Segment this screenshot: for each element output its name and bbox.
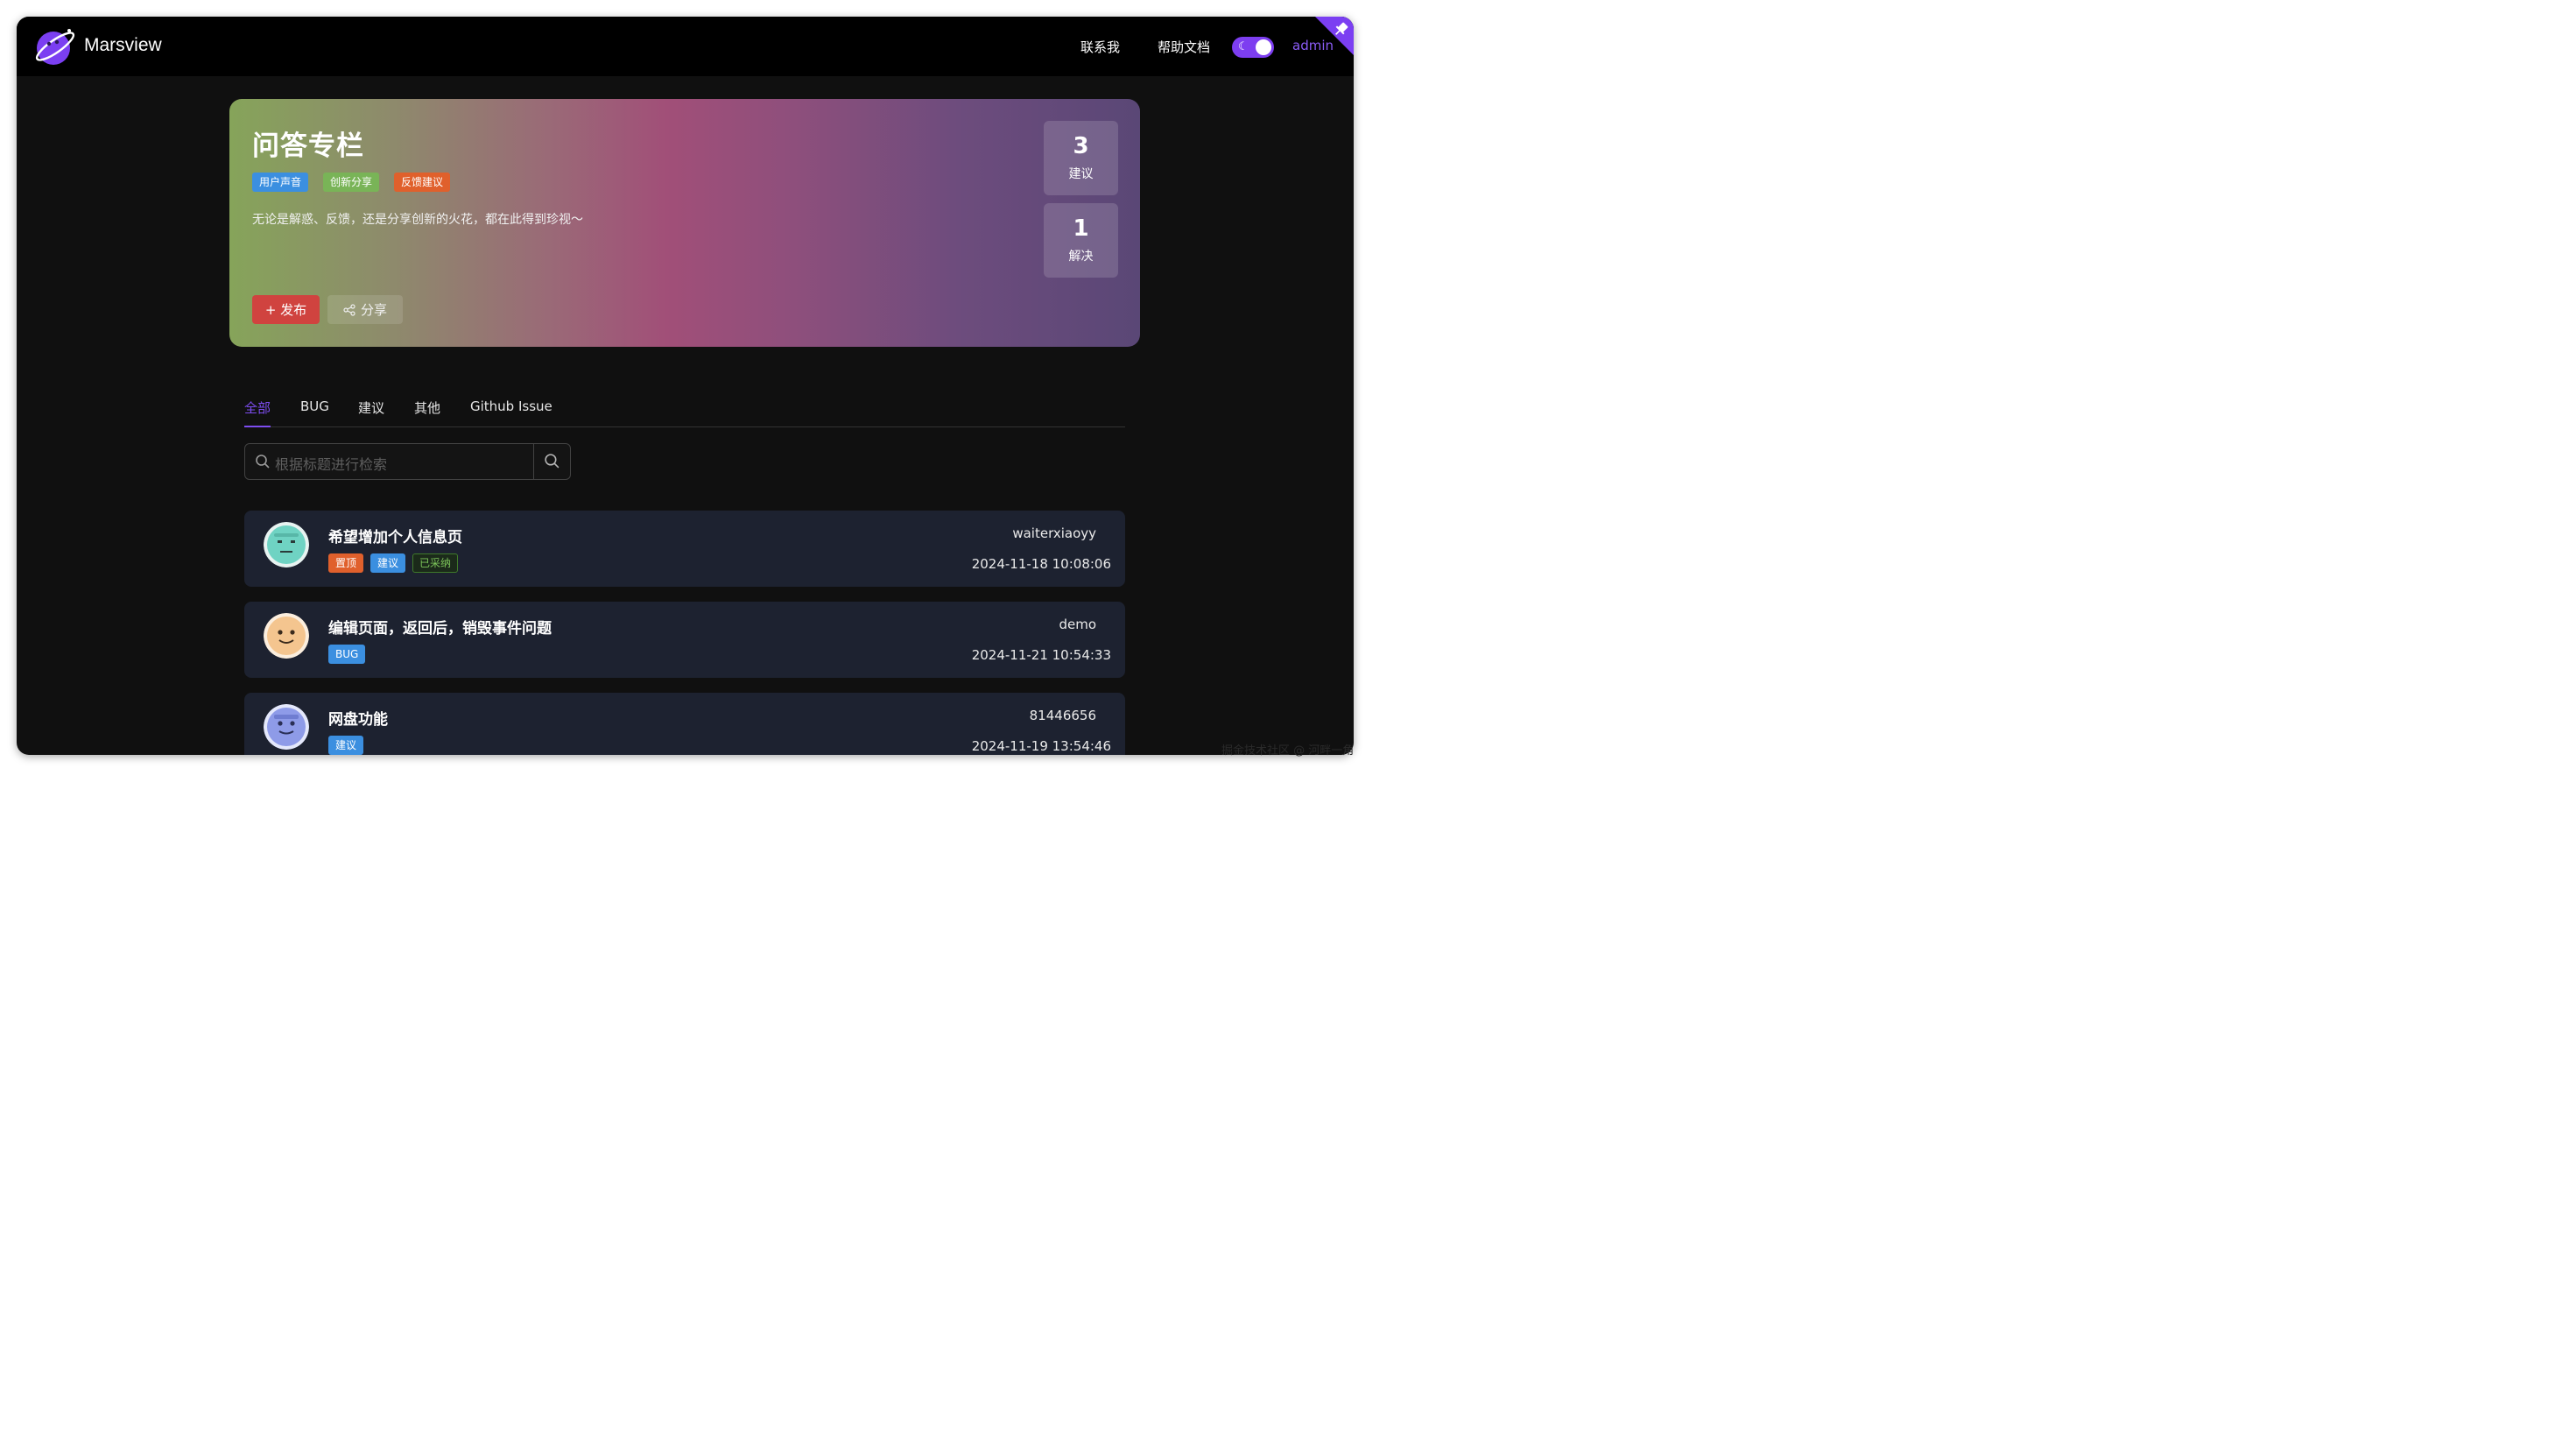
- watermark-text: 掘金技术社区 @ 河畔一角: [1221, 744, 1355, 758]
- marsview-logo-icon[interactable]: [34, 25, 76, 67]
- avatar: [264, 704, 309, 750]
- search-button[interactable]: [533, 444, 570, 479]
- tab-other[interactable]: 其他: [414, 398, 440, 417]
- post-card[interactable]: 网盘功能 建议 81446656 2024-11-19 13:54:46: [244, 693, 1125, 755]
- brand-name[interactable]: Marsview: [84, 35, 162, 56]
- post-card[interactable]: 编辑页面，返回后，销毁事件问题 BUG demo 2024-11-21 10:5…: [244, 602, 1125, 678]
- app-window: Marsview 联系我 帮助文档 ☾ admin 问答专栏 用户声音 创新分享…: [17, 17, 1354, 755]
- publish-button[interactable]: + 发布: [252, 295, 320, 324]
- tab-all[interactable]: 全部: [244, 398, 271, 417]
- nav-contact-link[interactable]: 联系我: [1080, 38, 1120, 56]
- stat-resolved: 1 解决: [1044, 203, 1118, 278]
- category-badge: BUG: [328, 645, 366, 664]
- publish-button-label: + 发布: [264, 302, 307, 318]
- stat-value: 3: [1073, 133, 1089, 159]
- avatar: [264, 522, 309, 567]
- post-author: 81446656: [1029, 708, 1096, 723]
- post-timestamp: 2024-11-19 13:54:46: [971, 738, 1111, 754]
- hero-tag: 用户声音: [252, 173, 309, 192]
- stat-label: 解决: [1068, 250, 1094, 264]
- post-author: waiterxiaoyy: [1012, 525, 1096, 541]
- post-tag-list: BUG: [328, 645, 366, 664]
- search-placeholder: 根据标题进行检索: [275, 456, 388, 473]
- qa-hero-banner: 问答专栏 用户声音 创新分享 反馈建议 无论是解惑、反馈，还是分享创新的火花，都…: [229, 99, 1140, 347]
- pinned-badge: 置顶: [328, 553, 364, 573]
- tab-suggestion[interactable]: 建议: [358, 398, 384, 417]
- share-button-label: 分享: [360, 302, 387, 318]
- share-icon: [343, 303, 355, 316]
- post-timestamp: 2024-11-21 10:54:33: [971, 647, 1111, 663]
- stat-label: 建议: [1068, 167, 1094, 181]
- category-badge: 建议: [328, 736, 364, 755]
- corner-pin-icon[interactable]: [1315, 17, 1354, 55]
- tab-bug[interactable]: BUG: [300, 398, 329, 414]
- toggle-knob: [1256, 39, 1271, 55]
- nav-help-docs-link[interactable]: 帮助文档: [1158, 38, 1210, 56]
- post-title[interactable]: 编辑页面，返回后，销毁事件问题: [328, 616, 552, 638]
- top-navbar: Marsview 联系我 帮助文档 ☾ admin: [17, 17, 1354, 76]
- post-card[interactable]: 希望增加个人信息页 置顶 建议 已采纳 waiterxiaoyy 2024-11…: [244, 511, 1125, 587]
- category-tabs: 全部 BUG 建议 其他 Github Issue: [244, 393, 1125, 427]
- post-author: demo: [1059, 617, 1096, 632]
- tab-github-issue[interactable]: Github Issue: [470, 398, 553, 414]
- post-title[interactable]: 网盘功能: [328, 707, 388, 729]
- search-icon: [256, 455, 270, 469]
- search-icon: [545, 454, 560, 469]
- page-title: 问答专栏: [252, 130, 364, 162]
- active-tab-indicator: [244, 426, 271, 427]
- hero-tag: 反馈建议: [394, 173, 451, 192]
- post-timestamp: 2024-11-18 10:08:06: [971, 556, 1111, 572]
- stat-value: 1: [1073, 215, 1089, 242]
- theme-toggle[interactable]: ☾: [1232, 37, 1274, 58]
- hero-description: 无论是解惑、反馈，还是分享创新的火花，都在此得到珍视～: [252, 213, 583, 227]
- search-input[interactable]: 根据标题进行检索: [244, 443, 571, 480]
- hero-tag-list: 用户声音 创新分享 反馈建议: [252, 173, 451, 192]
- post-tag-list: 置顶 建议 已采纳: [328, 553, 459, 573]
- accepted-badge: 已采纳: [412, 553, 459, 573]
- post-title[interactable]: 希望增加个人信息页: [328, 525, 462, 546]
- share-button[interactable]: 分享: [327, 295, 403, 324]
- category-badge: 建议: [370, 553, 406, 573]
- moon-icon: ☾: [1238, 40, 1249, 53]
- post-tag-list: 建议: [328, 736, 364, 755]
- hero-tag: 创新分享: [323, 173, 380, 192]
- avatar: [264, 613, 309, 659]
- stat-suggestions: 3 建议: [1044, 121, 1118, 195]
